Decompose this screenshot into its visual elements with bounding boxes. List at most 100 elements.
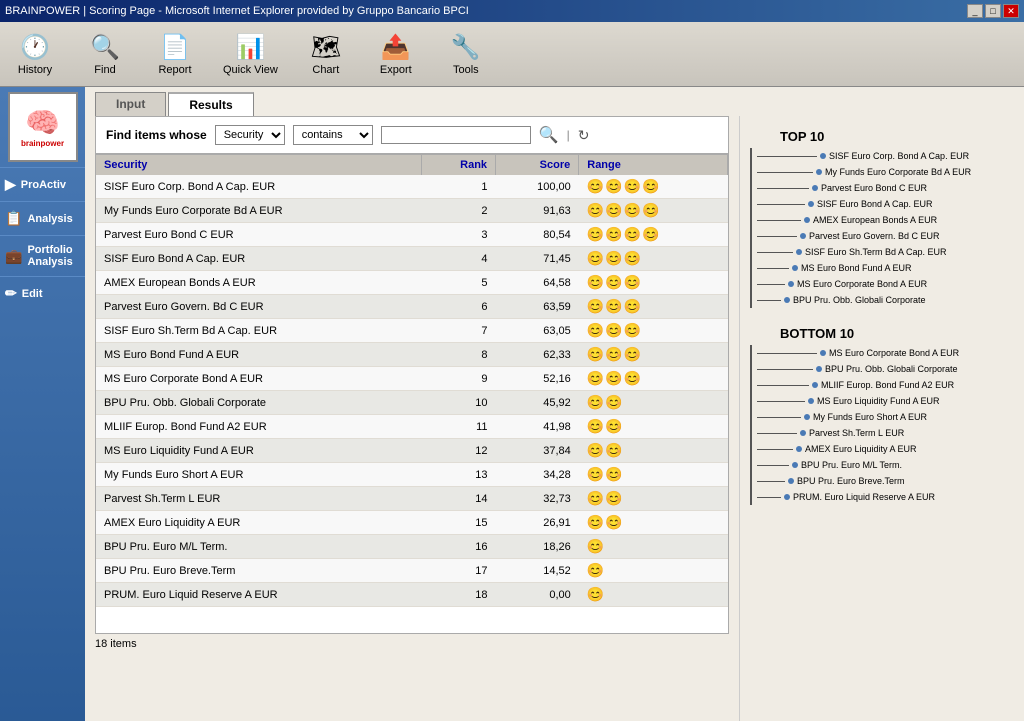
- chart-icon: 🗺: [311, 33, 341, 62]
- cell-score: 18,26: [496, 535, 579, 559]
- chart-item-label: MLIIF Europ. Bond Fund A2 EUR: [821, 380, 954, 390]
- tools-button[interactable]: 🔧 Tools: [436, 30, 496, 79]
- history-button[interactable]: 🕐 History: [5, 30, 65, 79]
- filter-search-input[interactable]: [381, 126, 531, 144]
- cell-score: 64,58: [496, 271, 579, 295]
- sidebar-item-proactiv[interactable]: ▶ ProActiv: [0, 167, 85, 201]
- report-button[interactable]: 📄 Report: [145, 30, 205, 79]
- chart-line: [757, 268, 789, 269]
- chart-dot: [808, 201, 814, 207]
- cell-rank: 18: [422, 583, 496, 607]
- table-row: SISF Euro Sh.Term Bd A Cap. EUR 7 63,05 …: [96, 319, 728, 343]
- cell-security: MLIIF Europ. Bond Fund A2 EUR: [96, 415, 422, 439]
- table-row: Parvest Euro Govern. Bd C EUR 6 63,59 😊😊…: [96, 295, 728, 319]
- chart-dot: [784, 494, 790, 500]
- cell-range: 😊😊😊: [579, 295, 728, 319]
- cell-security: AMEX Euro Liquidity A EUR: [96, 511, 422, 535]
- cell-security: SISF Euro Bond A Cap. EUR: [96, 247, 422, 271]
- cell-rank: 17: [422, 559, 496, 583]
- cell-rank: 15: [422, 511, 496, 535]
- cell-range: 😊😊😊: [579, 343, 728, 367]
- cell-range: 😊: [579, 559, 728, 583]
- chart-item-label: BPU Pru. Euro M/L Term.: [801, 460, 902, 470]
- chart-item-label: SISF Euro Sh.Term Bd A Cap. EUR: [805, 247, 947, 257]
- title-bar-controls[interactable]: _ □ ✕: [967, 4, 1019, 18]
- portfolio-icon: 💼: [5, 248, 22, 265]
- top10-item: My Funds Euro Corporate Bd A EUR: [757, 167, 1019, 177]
- quickview-button[interactable]: 📊 Quick View: [215, 30, 286, 79]
- refresh-button[interactable]: ↻: [578, 127, 590, 144]
- col-header-security[interactable]: Security: [96, 155, 422, 175]
- chart-line: [757, 204, 805, 205]
- filter-field-select[interactable]: Security Rank Score: [215, 125, 285, 145]
- tools-label: Tools: [453, 64, 479, 76]
- top10-item: MS Euro Bond Fund A EUR: [757, 263, 1019, 273]
- chart-dot: [792, 462, 798, 468]
- cell-range: 😊😊: [579, 487, 728, 511]
- bottom10-item: MLIIF Europ. Bond Fund A2 EUR: [757, 380, 1019, 390]
- cell-score: 91,63: [496, 199, 579, 223]
- sidebar-item-analysis[interactable]: 📋 Analysis: [0, 201, 85, 235]
- chart-dot: [816, 366, 822, 372]
- cell-rank: 16: [422, 535, 496, 559]
- col-header-rank[interactable]: Rank: [422, 155, 496, 175]
- cell-score: 100,00: [496, 175, 579, 199]
- chart-label: Chart: [312, 64, 339, 76]
- toolbar: 🕐 History 🔍 Find 📄 Report 📊 Quick View 🗺…: [0, 22, 1024, 87]
- chart-dot: [812, 185, 818, 191]
- maximize-button[interactable]: □: [985, 4, 1001, 18]
- search-button[interactable]: 🔍: [539, 125, 559, 145]
- content-area: Input Results Find items whose Security …: [85, 87, 1024, 721]
- close-button[interactable]: ✕: [1003, 4, 1019, 18]
- chart-line: [757, 401, 805, 402]
- bottom10-item: MS Euro Liquidity Fund A EUR: [757, 396, 1019, 406]
- cell-score: 80,54: [496, 223, 579, 247]
- chart-item-label: MS Euro Liquidity Fund A EUR: [817, 396, 940, 406]
- cell-rank: 13: [422, 463, 496, 487]
- results-table-container: Security Rank Score Range SISF Euro Corp…: [95, 154, 729, 634]
- history-label: History: [18, 64, 52, 76]
- main-container: 🧠 brainpower ▶ ProActiv 📋 Analysis 💼 Por…: [0, 87, 1024, 721]
- tab-results[interactable]: Results: [168, 92, 253, 116]
- cell-range: 😊😊: [579, 511, 728, 535]
- cell-range: 😊: [579, 535, 728, 559]
- chart-dot: [812, 382, 818, 388]
- chart-line: [757, 497, 781, 498]
- results-table: Security Rank Score Range SISF Euro Corp…: [96, 155, 728, 607]
- chart-item-label: SISF Euro Corp. Bond A Cap. EUR: [829, 151, 969, 161]
- cell-security: SISF Euro Sh.Term Bd A Cap. EUR: [96, 319, 422, 343]
- cell-rank: 12: [422, 439, 496, 463]
- report-label: Report: [158, 64, 191, 76]
- chart-item-label: MS Euro Corporate Bond A EUR: [829, 348, 959, 358]
- cell-rank: 5: [422, 271, 496, 295]
- find-button[interactable]: 🔍 Find: [75, 30, 135, 79]
- col-header-range[interactable]: Range: [579, 155, 728, 175]
- chart-line: [757, 300, 781, 301]
- filter-condition-select[interactable]: contains starts with equals: [293, 125, 373, 145]
- chart-line: [757, 220, 801, 221]
- col-header-score[interactable]: Score: [496, 155, 579, 175]
- chart-line: [757, 369, 813, 370]
- items-count: 18 items: [95, 638, 729, 650]
- chart-button[interactable]: 🗺 Chart: [296, 30, 356, 79]
- chart-item-label: BPU Pru. Euro Breve.Term: [797, 476, 905, 486]
- cell-score: 32,73: [496, 487, 579, 511]
- top10-items-list: SISF Euro Corp. Bond A Cap. EUR My Funds…: [757, 148, 1019, 308]
- table-row: AMEX Euro Liquidity A EUR 15 26,91 😊😊: [96, 511, 728, 535]
- tabs-container: Input Results: [85, 87, 1024, 116]
- chart-line: [757, 465, 789, 466]
- export-button[interactable]: 📤 Export: [366, 30, 426, 79]
- cell-security: PRUM. Euro Liquid Reserve A EUR: [96, 583, 422, 607]
- logo: 🧠 brainpower: [21, 106, 64, 148]
- sidebar-item-edit[interactable]: ✏ Edit: [0, 276, 85, 310]
- sidebar-item-portfolio[interactable]: 💼 Portfolio Analysis: [0, 235, 85, 276]
- chart-dot: [816, 169, 822, 175]
- tab-input[interactable]: Input: [95, 92, 166, 116]
- edit-icon: ✏: [5, 285, 17, 302]
- cell-rank: 1: [422, 175, 496, 199]
- chart-item-label: MS Euro Bond Fund A EUR: [801, 263, 912, 273]
- cell-score: 14,52: [496, 559, 579, 583]
- top10-chart-body: SISF Euro Corp. Bond A Cap. EUR My Funds…: [750, 148, 1019, 308]
- chart-line: [757, 353, 817, 354]
- minimize-button[interactable]: _: [967, 4, 983, 18]
